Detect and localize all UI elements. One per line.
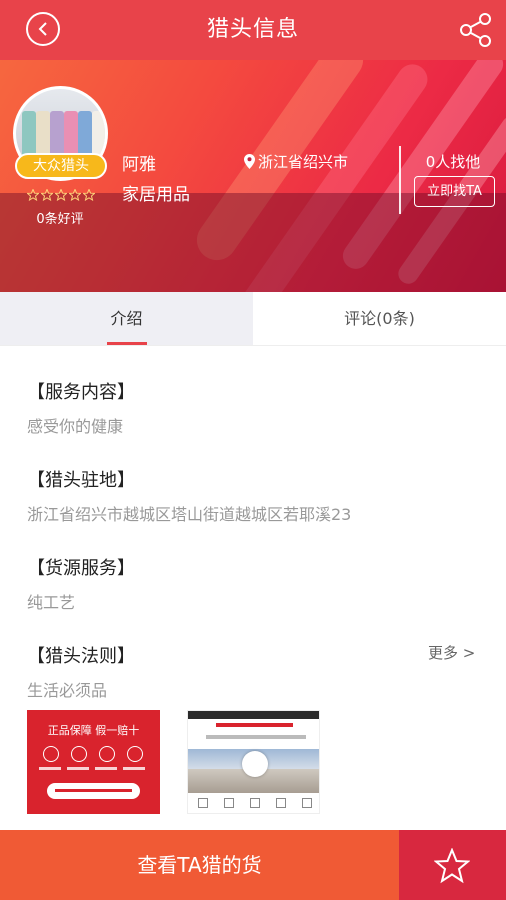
share-button[interactable] (458, 12, 492, 48)
page-title: 猎头信息 (206, 17, 299, 42)
caption-bar (95, 767, 117, 770)
star-icon (82, 186, 96, 202)
cotton-field-image[interactable] (187, 710, 320, 814)
tab-intro-label: 介绍 (110, 309, 143, 328)
caption-bar (123, 767, 145, 770)
rating-stars (26, 186, 96, 202)
base-title: 【猎头驻地】 (27, 470, 135, 491)
guarantee-pill (47, 783, 140, 799)
image-header-bar (188, 711, 319, 719)
location: 浙江省绍兴市 (244, 151, 348, 172)
pill-text-bar (55, 789, 132, 792)
hunter-name: 阿雅 (122, 155, 156, 175)
view-goods-button[interactable]: 查看TA猎的货 (0, 830, 399, 900)
top-bar: 猎头信息 (0, 0, 506, 60)
caption-bar (67, 767, 89, 770)
divider (399, 146, 401, 214)
base-text: 浙江省绍兴市越城区塔山街道越城区若耶溪23 (27, 505, 352, 524)
guarantee-caption: 正品保障 假一赔十 (47, 724, 140, 737)
supply-title: 【货源服务】 (27, 558, 135, 579)
rules-text: 生活必须品 (27, 681, 108, 700)
favorite-button[interactable] (399, 830, 506, 900)
guarantee-icons (43, 746, 143, 762)
image-title-bar (216, 723, 293, 727)
shield-icon (43, 746, 59, 762)
image-figures-bar (206, 735, 306, 739)
service-title: 【服务内容】 (27, 382, 135, 403)
tab-intro[interactable]: 介绍 (0, 292, 253, 345)
find-now-button[interactable]: 立即找TA (414, 176, 495, 207)
level-badge: 大众猎头 (15, 153, 107, 179)
truck-icon (99, 746, 115, 762)
star-outline-icon (434, 848, 470, 884)
feature-icon (250, 798, 260, 808)
supply-text: 纯工艺 (27, 593, 76, 612)
feature-icon (276, 798, 286, 808)
feature-icon (224, 798, 234, 808)
finders-count: 0人找他 (425, 153, 481, 171)
star-icon (68, 186, 82, 202)
location-pin-icon (244, 154, 255, 169)
image-icon-row (198, 798, 312, 808)
check-icon (71, 746, 87, 762)
guarantee-captions (39, 767, 145, 770)
feature-icon (302, 798, 312, 808)
star-icon (54, 186, 68, 202)
refund-icon (127, 746, 143, 762)
star-icon (40, 186, 54, 202)
tab-reviews[interactable]: 评论(0条) (253, 292, 506, 345)
more-link[interactable]: 更多 > (428, 642, 475, 663)
guarantee-image[interactable]: 正品保障 假一赔十 (27, 710, 160, 814)
location-text: 浙江省绍兴市 (258, 153, 349, 171)
active-tab-indicator (107, 342, 147, 345)
feature-icon (198, 798, 208, 808)
caption-bar (39, 767, 61, 770)
share-icon (460, 13, 491, 47)
tab-bar: 介绍 评论(0条) (0, 292, 506, 346)
cotton-ball (242, 751, 268, 777)
hunter-category: 家居用品 (122, 185, 190, 205)
service-text: 感受你的健康 (27, 417, 124, 436)
rules-title: 【猎头法则】 (27, 646, 135, 667)
reviews-count: 0条好评 (36, 212, 84, 227)
star-icon (26, 186, 40, 202)
